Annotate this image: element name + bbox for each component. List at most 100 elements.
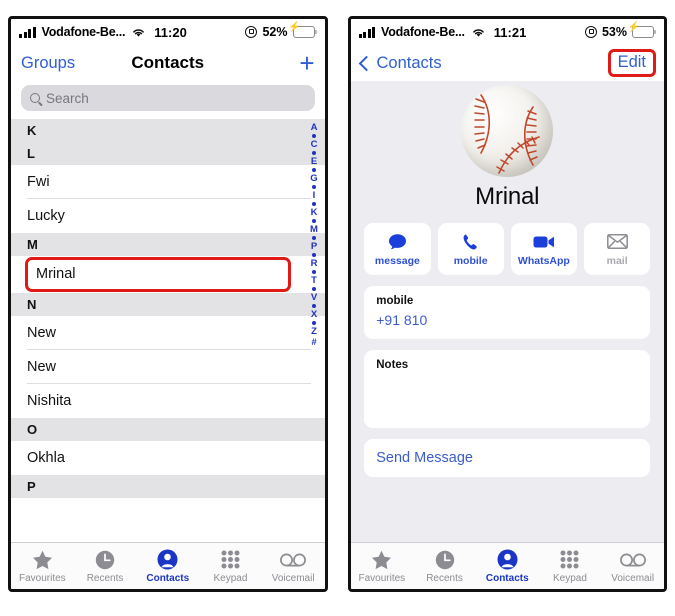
notes-card[interactable]: Notes [364, 350, 651, 428]
phone-handset-icon [462, 232, 480, 252]
search-area: Search [11, 81, 325, 119]
index-letter[interactable]: P [311, 241, 317, 252]
mobile-action-button[interactable]: mobile [437, 223, 504, 275]
mail-action-label: mail [606, 254, 628, 267]
index-letter[interactable]: K [311, 207, 318, 218]
index-dot[interactable] [312, 168, 316, 173]
clock-icon [95, 549, 115, 571]
index-letter[interactable]: X [311, 309, 317, 320]
tab-bar: Favourites Recents Contacts Keypad Voicemail [11, 542, 325, 589]
groups-button[interactable]: Groups [21, 54, 75, 73]
contact-detail-panel: Mrinal message mobile WhatsApp mail mobi… [350, 81, 664, 542]
status-bar: Vodafone-Be... 11:21 53% ⚡ [350, 19, 664, 45]
index-dot[interactable] [312, 134, 316, 139]
tab-label: Voicemail [611, 572, 655, 584]
index-letter[interactable]: M [310, 224, 318, 235]
index-dot[interactable] [312, 287, 316, 292]
contacts-list-area[interactable]: K L Fwi Lucky M Mrinal N New New Nishita… [11, 119, 325, 542]
voicemail-icon [280, 549, 307, 571]
navigation-bar: Contacts Edit [350, 45, 664, 81]
index-letter[interactable]: R [311, 258, 318, 269]
index-letter[interactable]: A [311, 123, 318, 133]
index-dot[interactable] [312, 304, 316, 309]
tab-keypad[interactable]: Keypad [199, 549, 262, 584]
tab-favourites[interactable]: Favourites [351, 549, 414, 584]
index-letter[interactable]: I [313, 190, 316, 201]
person-circle-icon [497, 549, 518, 571]
tab-favourites[interactable]: Favourites [11, 549, 74, 584]
status-bar: Vodafone-Be... 11:20 52% ⚡ [11, 19, 325, 45]
index-dot[interactable] [312, 270, 316, 275]
index-dot[interactable] [312, 151, 316, 156]
person-circle-icon [157, 549, 178, 571]
edit-button[interactable]: Edit [607, 49, 656, 77]
star-icon [32, 549, 53, 571]
selection-highlight-box: Mrinal [25, 257, 291, 292]
mail-action-button: mail [584, 223, 651, 275]
list-item[interactable]: Lucky [11, 199, 325, 233]
list-item[interactable]: New [11, 350, 325, 384]
signal-bars-icon [19, 26, 36, 38]
clock-label: 11:20 [154, 24, 187, 40]
tab-contacts[interactable]: Contacts [136, 549, 199, 584]
status-bar-left: Vodafone-Be... 11:21 [358, 25, 526, 40]
baseball-avatar[interactable] [461, 85, 554, 177]
carrier-label: Vodafone-Be... [41, 25, 126, 39]
list-item[interactable]: Fwi [11, 165, 325, 199]
index-dot[interactable] [312, 219, 316, 224]
status-bar-right: 53% ⚡ [584, 23, 657, 39]
send-message-button[interactable]: Send Message [376, 450, 638, 466]
tab-voicemail[interactable]: Voicemail [601, 549, 664, 584]
search-input[interactable]: Search [21, 85, 315, 111]
phone-label: mobile [376, 295, 414, 307]
index-letter[interactable]: G [310, 173, 317, 184]
list-item[interactable]: New [11, 316, 325, 350]
tab-recents[interactable]: Recents [413, 549, 476, 584]
tab-recents[interactable]: Recents [74, 549, 137, 584]
carrier-label: Vodafone-Be... [381, 25, 465, 39]
tab-label: Favourites [358, 572, 406, 584]
signal-bars-icon [358, 26, 375, 38]
back-button[interactable]: Contacts [358, 53, 442, 73]
message-bubble-icon [388, 232, 407, 252]
list-item-selected[interactable]: Mrinal [11, 257, 325, 292]
index-letter[interactable]: E [311, 156, 317, 167]
tab-label: Keypad [553, 572, 587, 584]
back-button-label: Contacts [376, 53, 442, 72]
chevron-left-icon [358, 55, 374, 71]
tab-voicemail[interactable]: Voicemail [262, 549, 325, 584]
tab-contacts[interactable]: Contacts [476, 549, 539, 584]
clock-icon [435, 549, 455, 571]
message-action-button[interactable]: message [364, 223, 431, 275]
section-header: P [11, 475, 325, 498]
tab-keypad[interactable]: Keypad [539, 549, 602, 584]
index-dot[interactable] [312, 185, 316, 190]
list-item[interactable]: Nishita [11, 384, 325, 418]
tab-label: Favourites [19, 572, 66, 584]
index-letter[interactable]: Z [311, 326, 317, 337]
alphabet-index-strip[interactable]: A C E G I K M P R T V X Z # [308, 123, 321, 348]
add-contact-button[interactable]: + [299, 50, 314, 76]
index-letter[interactable]: T [311, 275, 317, 286]
phone-number-value[interactable]: +91 810 [376, 312, 638, 328]
mobile-action-label: mobile [453, 254, 488, 267]
envelope-icon [606, 232, 628, 252]
send-message-card[interactable]: Send Message [364, 439, 651, 477]
index-dot[interactable] [312, 253, 316, 258]
battery-charging-icon: ⚡ [288, 23, 317, 38]
index-dot[interactable] [312, 236, 316, 241]
search-placeholder: Search [46, 90, 89, 106]
index-dot[interactable] [312, 202, 316, 207]
tab-label: Contacts [146, 572, 190, 584]
tab-label: Recents [426, 572, 463, 584]
index-letter[interactable]: # [311, 337, 316, 348]
index-letter[interactable]: V [311, 292, 317, 303]
whatsapp-action-button[interactable]: WhatsApp [510, 223, 577, 275]
tab-label: Voicemail [271, 572, 315, 584]
status-bar-left: Vodafone-Be... 11:20 [19, 25, 187, 40]
index-dot[interactable] [312, 321, 316, 326]
contacts-list: K L Fwi Lucky M Mrinal N New New Nishita… [11, 119, 325, 542]
index-letter[interactable]: C [311, 139, 318, 150]
phone-number-card[interactable]: mobile +91 810 [364, 286, 651, 339]
list-item[interactable]: Okhla [11, 441, 325, 475]
